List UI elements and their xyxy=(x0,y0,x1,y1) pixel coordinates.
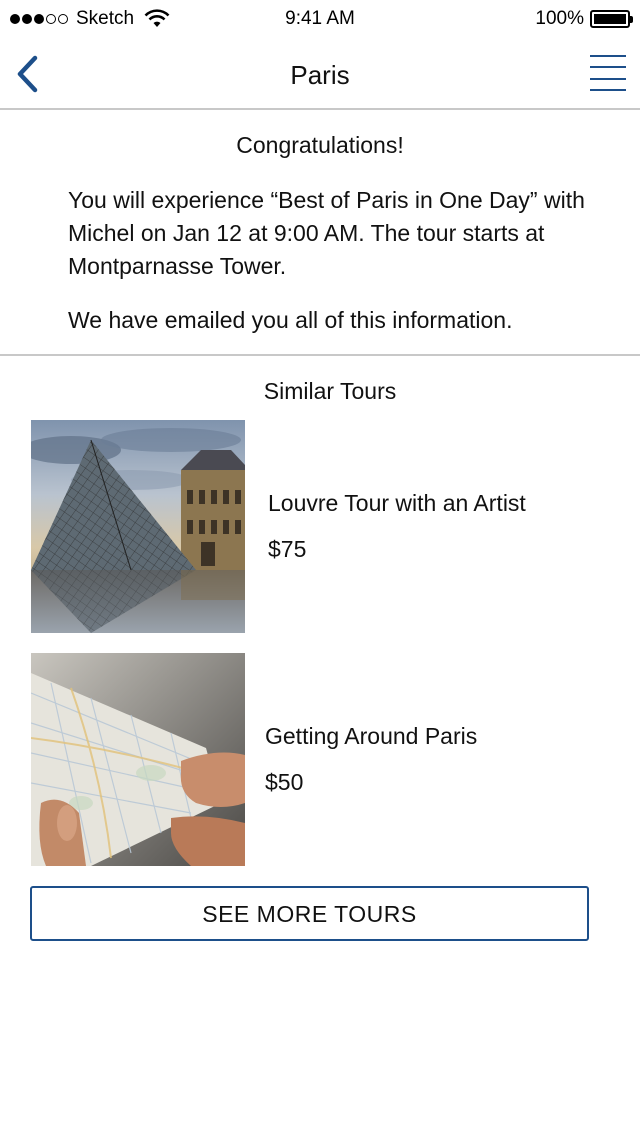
tour-card-louvre[interactable]: Louvre Tour with an Artist $75 xyxy=(0,420,640,634)
louvre-pyramid-image[interactable] xyxy=(31,420,245,633)
battery-percent: 100% xyxy=(535,8,584,29)
hamburger-menu-icon-line xyxy=(590,88,626,91)
see-more-tours-button[interactable]: SEE MORE TOURS xyxy=(30,886,589,941)
hamburger-menu-icon-line xyxy=(590,55,626,57)
menu-button[interactable] xyxy=(590,54,626,92)
tour-price: $75 xyxy=(268,536,307,562)
tour-card-getting-around[interactable]: Getting Around Paris $50 xyxy=(0,653,640,867)
battery-fill xyxy=(594,14,626,24)
confirmation-body: You will experience “Best of Paris in On… xyxy=(68,187,585,279)
hamburger-menu-icon-line xyxy=(590,66,626,69)
screen: Sketch 9:41 AM 100% Paris Congratulation… xyxy=(0,0,640,1134)
tour-name[interactable]: Louvre Tour with an Artist xyxy=(268,490,526,517)
status-right: 100% xyxy=(535,8,633,30)
confirmation-heading: Congratulations! xyxy=(236,132,404,158)
similar-tours-heading: Similar Tours xyxy=(263,378,397,404)
page-title: Paris xyxy=(290,60,350,90)
confirmation-email-note: We have emailed you all of this informat… xyxy=(68,307,513,333)
nav-bar: Paris xyxy=(0,38,640,110)
tour-name[interactable]: Getting Around Paris xyxy=(265,723,477,750)
booking-confirmation: Congratulations! You will experience “Be… xyxy=(0,112,640,356)
hamburger-menu-icon-line xyxy=(590,77,626,80)
map-in-hands-image[interactable] xyxy=(31,653,245,866)
battery-icon xyxy=(590,10,633,28)
status-bar: Sketch 9:41 AM 100% xyxy=(0,0,640,38)
tour-price: $50 xyxy=(265,769,304,795)
